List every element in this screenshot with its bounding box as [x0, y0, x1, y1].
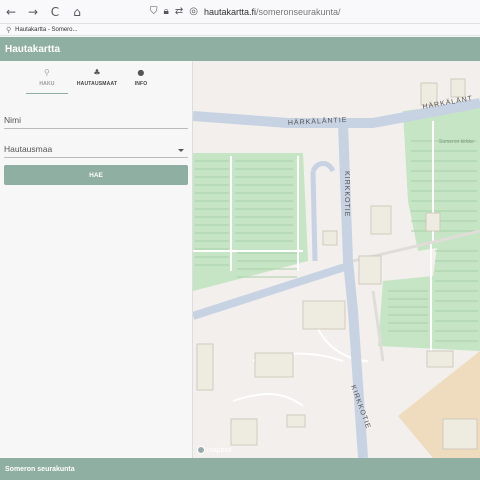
app-title[interactable]: Hautakartta [5, 44, 60, 55]
church-building [370, 205, 392, 235]
tab-hautausmaat[interactable]: ♣ HAUTAUSMAAT [70, 61, 124, 94]
forward-icon[interactable]: → [24, 3, 42, 21]
browser-tab-title[interactable]: Hautakartta - Somero... [15, 27, 77, 33]
mapbox-icon [197, 446, 205, 454]
lock-icon: 🔒︎ [163, 6, 169, 17]
chevron-down-icon [178, 149, 184, 152]
home-icon[interactable]: ⌂ [68, 3, 86, 21]
map-canvas[interactable]: HÄRKÄLÄNTIE HÄRKÄLÄNT KIRKKOTIE KIRKKOTI… [193, 61, 480, 458]
globe-icon: ◎ [189, 6, 198, 17]
url-text: hautakartta.fi/someronseurakunta/ [203, 6, 341, 17]
cemetery-area-north [403, 101, 480, 251]
app-header: Hautakartta [0, 37, 480, 61]
cemetery-icon: ♣ [93, 68, 101, 77]
address-bar[interactable]: ⛉ 🔒︎ ⇄ ◎ hautakartta.fi/someronseurakunt… [150, 6, 341, 17]
permissions-icon: ⇄ [174, 6, 184, 17]
sidebar: ⚲ HAKU ♣ HAUTAUSMAAT ● INFO Nimi Hautaus… [0, 61, 193, 458]
back-icon[interactable]: ← [2, 3, 20, 21]
reload-icon[interactable]: C [46, 3, 64, 21]
name-input[interactable]: Nimi [4, 111, 188, 129]
bookmarks-bar: ⚲ Hautakartta - Somero... [0, 24, 480, 36]
cemetery-placeholder: Hautausmaa [4, 144, 53, 154]
browser-toolbar: ← → C ⌂ ⛉ 🔒︎ ⇄ ◎ hautakartta.fi/somerons… [0, 0, 480, 24]
tab-haku[interactable]: ⚲ HAKU [26, 61, 68, 94]
tab-info[interactable]: ● INFO [126, 61, 156, 94]
cemetery-select[interactable]: Hautausmaa [4, 140, 188, 158]
tab-label: HAUTAUSMAAT [76, 81, 118, 87]
name-placeholder: Nimi [4, 115, 21, 125]
info-icon: ● [137, 68, 145, 77]
footer-text: Someron seurakunta [5, 465, 75, 473]
location-pin-icon: ⚲ [6, 25, 12, 34]
map-view[interactable]: HÄRKÄLÄNTIE HÄRKÄLÄNT KIRKKOTIE KIRKKOTI… [193, 61, 480, 458]
search-button[interactable]: HAE [4, 165, 188, 185]
shield-icon: ⛉ [150, 6, 158, 17]
mapbox-logo[interactable]: mapbox [197, 446, 232, 454]
search-icon: ⚲ [43, 68, 51, 77]
tab-label: INFO [134, 81, 148, 87]
sidebar-tabs: ⚲ HAKU ♣ HAUTAUSMAAT ● INFO [0, 61, 192, 94]
mapbox-text: mapbox [207, 446, 232, 454]
tab-label: HAKU [39, 81, 55, 87]
label-kirkkotie: KIRKKOTIE [343, 171, 350, 217]
label-church: Someron kirkko [439, 139, 474, 145]
app-footer: Someron seurakunta [0, 458, 480, 480]
